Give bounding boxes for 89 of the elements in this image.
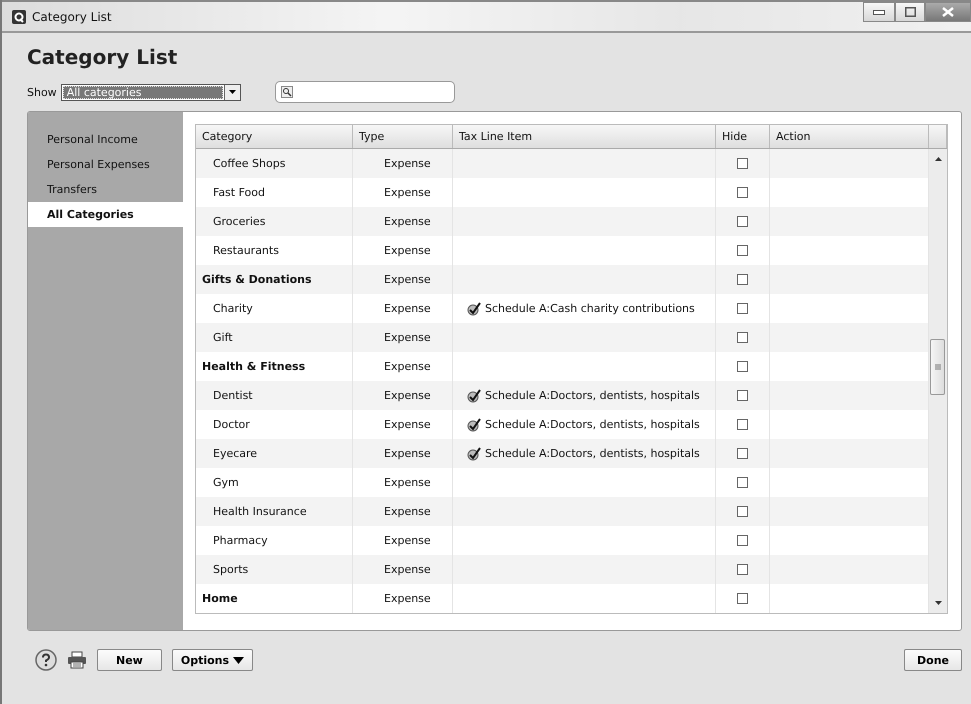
type-cell-text: Expense [383, 476, 431, 489]
show-dropdown[interactable]: All categories [60, 84, 241, 100]
tax-line-item: Schedule A:Doctors, dentists, hospitals [453, 388, 700, 402]
type-cell-text: Expense [383, 534, 431, 547]
hide-checkbox[interactable] [737, 419, 748, 430]
new-button[interactable]: New [97, 649, 162, 671]
hide-checkbox[interactable] [737, 332, 748, 343]
scroll-up-icon[interactable] [934, 157, 942, 161]
category-name: Home [201, 592, 238, 605]
sidebar-item[interactable]: Personal Expenses [28, 152, 183, 177]
hide-checkbox[interactable] [737, 535, 748, 546]
category-name: Restaurants [212, 244, 279, 257]
hide-checkbox[interactable] [737, 158, 748, 169]
minimize-icon [873, 10, 885, 14]
window-title: Category List [32, 10, 113, 24]
close-button[interactable] [925, 2, 971, 22]
type-cell-text: Expense [383, 563, 431, 576]
hide-checkbox[interactable] [737, 593, 748, 604]
category-name: Charity [212, 302, 253, 315]
type-cell-text: Expense [383, 302, 431, 315]
category-name: Groceries [212, 215, 266, 228]
hide-checkbox[interactable] [737, 448, 748, 459]
category-name: Dentist [212, 389, 253, 402]
hide-checkbox[interactable] [737, 216, 748, 227]
minimize-button[interactable] [863, 2, 895, 22]
type-cell-text: Expense [383, 389, 431, 402]
hide-checkbox[interactable] [737, 390, 748, 401]
category-name: Gift [212, 331, 233, 344]
type-cell-text: Expense [383, 273, 431, 286]
checkmark-icon [467, 418, 481, 432]
hide-checkbox[interactable] [737, 303, 748, 314]
type-cell-text: Expense [383, 215, 431, 228]
checkmark-icon [467, 388, 481, 402]
app-icon [12, 10, 26, 24]
tax-line-item: Schedule A:Doctors, dentists, hospitals [453, 418, 700, 432]
caret-icon [233, 656, 244, 664]
maximize-icon [904, 7, 916, 17]
column-header[interactable]: Action [770, 125, 929, 148]
type-cell-text: Expense [383, 592, 431, 605]
maximize-button[interactable] [895, 2, 925, 22]
category-name: Doctor [212, 418, 250, 431]
hide-checkbox[interactable] [737, 361, 748, 372]
hide-checkbox[interactable] [737, 564, 748, 575]
print-icon[interactable] [67, 651, 87, 669]
search-field[interactable] [274, 81, 455, 103]
category-name: Coffee Shops [212, 157, 286, 170]
column-header[interactable]: Category [196, 125, 353, 148]
category-name: Eyecare [212, 447, 258, 460]
category-name: Health Insurance [212, 505, 307, 518]
column-header[interactable]: Type [353, 125, 453, 148]
help-icon[interactable] [35, 649, 57, 671]
category-name: Fast Food [212, 186, 265, 199]
column-header[interactable]: Hide [716, 125, 770, 148]
category-name: Health & Fitness [201, 360, 306, 373]
sidebar-item[interactable]: All Categories [28, 202, 183, 227]
scrollbar[interactable] [929, 149, 947, 613]
search-icon [280, 86, 293, 98]
hide-checkbox[interactable] [737, 274, 748, 285]
category-name: Gym [212, 476, 239, 489]
sidebar-item[interactable]: Transfers [28, 177, 183, 202]
close-icon [942, 7, 954, 17]
tax-line-item: Schedule A:Doctors, dentists, hospitals [453, 446, 700, 460]
category-name: Gifts & Donations [201, 273, 312, 286]
hide-checkbox[interactable] [737, 245, 748, 256]
hide-checkbox[interactable] [737, 506, 748, 517]
hide-checkbox[interactable] [737, 187, 748, 198]
checkmark-icon [467, 446, 481, 460]
category-name: Pharmacy [212, 534, 268, 547]
hide-checkbox[interactable] [737, 477, 748, 488]
options-button[interactable]: Options [172, 649, 254, 671]
type-cell-text: Expense [383, 505, 431, 518]
category-name: Sports [212, 563, 248, 576]
type-cell-text: Expense [383, 447, 431, 460]
type-cell-text: Expense [383, 360, 431, 373]
page-heading: Category List [27, 45, 178, 69]
done-button[interactable]: Done [904, 649, 962, 671]
type-cell-text: Expense [383, 244, 431, 257]
grip-icon [934, 364, 940, 370]
caret-icon [228, 90, 236, 94]
show-label: Show [27, 86, 57, 98]
scroll-down-icon[interactable] [934, 601, 942, 605]
sidebar-item[interactable]: Personal Income [28, 127, 183, 152]
checkmark-icon [467, 302, 481, 316]
type-cell-text: Expense [383, 157, 431, 170]
tax-line-item: Schedule A:Cash charity contributions [453, 302, 695, 316]
type-cell-text: Expense [383, 331, 431, 344]
column-header[interactable]: Tax Line Item [453, 125, 716, 148]
type-cell-text: Expense [383, 186, 431, 199]
type-cell-text: Expense [383, 418, 431, 431]
